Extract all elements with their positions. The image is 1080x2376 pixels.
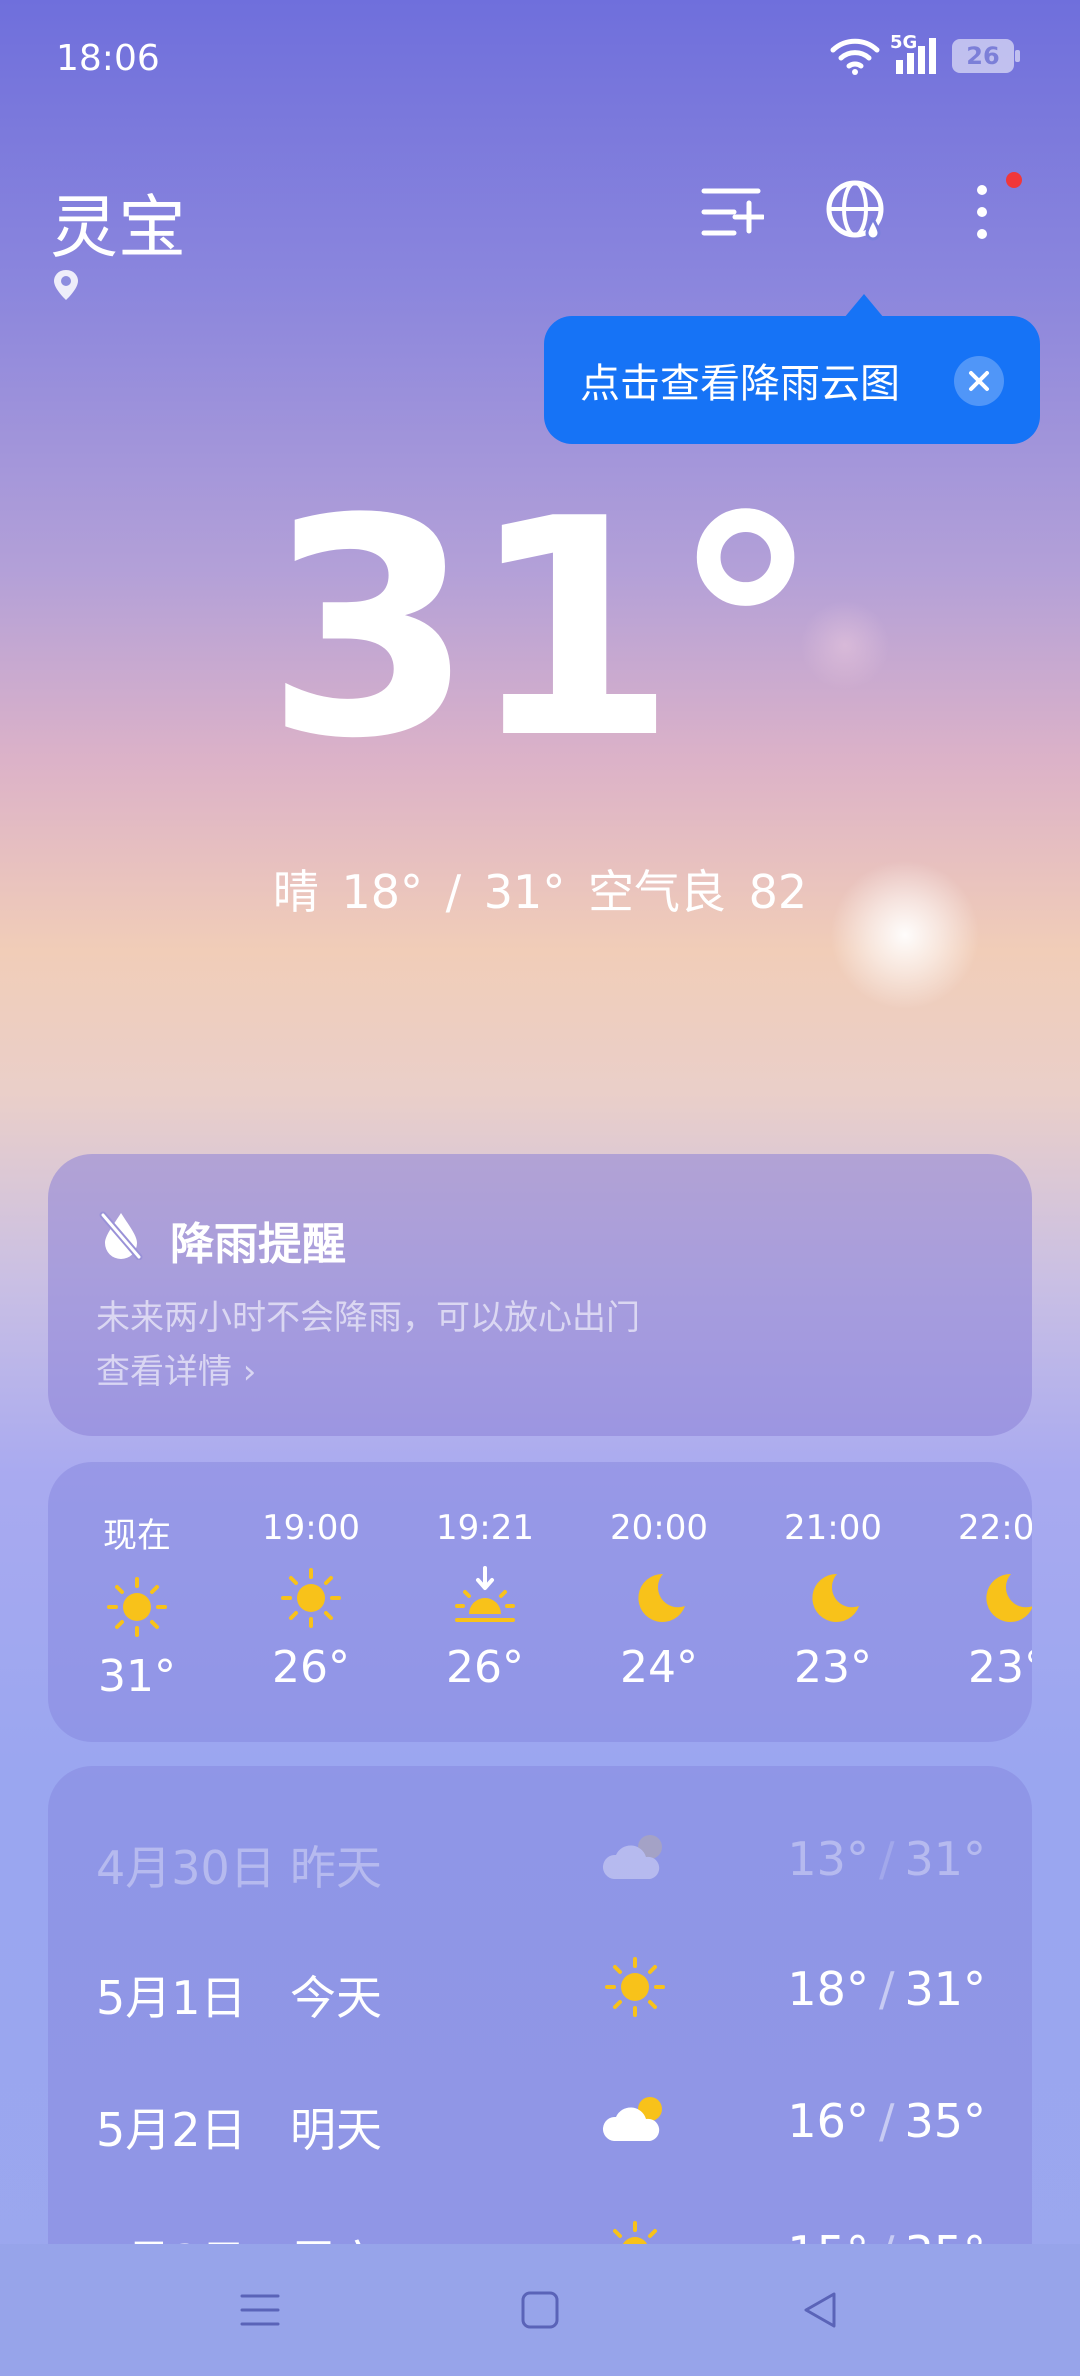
daily-row[interactable]: 5月2日 明天 16°/35° <box>96 2080 986 2160</box>
notification-dot <box>1006 172 1022 188</box>
no-rain-icon <box>99 1211 143 1260</box>
day-high: 31° <box>904 1832 986 1886</box>
rain-alert-title: 降雨提醒 <box>170 1219 346 1270</box>
globe-rain-icon <box>826 180 884 241</box>
hourly-item[interactable]: 19:00 26° <box>246 1508 376 1693</box>
rain-radar-button[interactable] <box>816 170 900 254</box>
cellular-signal-icon: 5G <box>890 32 942 76</box>
daily-row[interactable]: 4月30日 昨天 13°/31° <box>96 1818 986 1898</box>
back-triangle-icon <box>804 2292 836 2328</box>
day-date: 5月1日 <box>96 1971 247 2025</box>
add-city-button[interactable] <box>690 170 774 254</box>
daily-forecast-card[interactable]: 4月30日 昨天 13°/31° 5月1日 今天 18°/31° 5月2日 明天… <box>48 1766 1032 2286</box>
moon-icon <box>768 1566 898 1630</box>
hour-temp: 26° <box>446 1642 524 1693</box>
hourly-item[interactable]: 20:00 24° <box>594 1508 724 1693</box>
daily-row[interactable]: 5月1日 今天 18°/31° <box>96 1948 986 2028</box>
wifi-icon <box>830 38 880 75</box>
day-high: 31° <box>904 1962 986 2016</box>
rain-alert-card[interactable]: 降雨提醒 未来两小时不会降雨，可以放心出门 查看详情 › <box>48 1154 1032 1436</box>
recent-apps-button[interactable] <box>220 2270 300 2350</box>
location-pin-icon <box>52 268 80 306</box>
rain-detail-link[interactable]: 查看详情 › <box>96 1344 256 1393</box>
rain-alert-description: 未来两小时不会降雨，可以放心出门 <box>96 1298 640 1338</box>
hourly-item[interactable]: 21:00 23° <box>768 1508 898 1693</box>
tooltip-close-button[interactable] <box>954 356 1004 406</box>
day-date: 4月30日 <box>96 1841 276 1895</box>
day-label: 昨天 <box>290 1841 382 1895</box>
sun-icon <box>72 1575 202 1639</box>
status-icons: 5G 26 <box>830 32 1020 76</box>
hour-time: 现在 <box>103 1516 171 1556</box>
hour-temp: 24° <box>620 1642 698 1693</box>
day-date: 5月2日 <box>96 2103 247 2157</box>
tooltip-text: 点击查看降雨云图 <box>580 361 900 407</box>
battery-icon: 26 <box>952 39 1020 73</box>
hour-temp: 31° <box>98 1651 176 1702</box>
day-high: 35° <box>904 2094 986 2148</box>
weather-summary: 晴 18° / 31° 空气良 82 <box>272 865 808 919</box>
menu-icon <box>240 2294 280 2326</box>
hourly-item[interactable]: 19:21 26° <box>420 1508 550 1693</box>
current-temperature: 31° <box>265 455 820 804</box>
hour-temp: 23° <box>794 1642 872 1693</box>
sun-icon <box>246 1566 376 1630</box>
hourly-item[interactable]: 22:00 23° <box>942 1508 1032 1693</box>
sunset-icon <box>420 1566 550 1630</box>
home-button[interactable] <box>500 2270 580 2350</box>
partly-cloudy-icon <box>600 2084 670 2154</box>
hour-temp: 23° <box>968 1642 1032 1693</box>
day-low: 16° <box>787 2094 869 2148</box>
day-low: 13° <box>787 1832 869 1886</box>
hour-time: 20:00 <box>610 1508 708 1548</box>
hourly-forecast-card[interactable]: 现在 31° 19:00 26° 19:21 26° 20:00 24° 21:… <box>48 1462 1032 1742</box>
moon-icon <box>594 1566 724 1630</box>
hour-time: 19:21 <box>436 1508 534 1548</box>
day-temp-range: 16°/35° <box>787 2094 986 2148</box>
rain-radar-tooltip[interactable]: 点击查看降雨云图 <box>544 294 1040 444</box>
status-time: 18:06 <box>56 38 160 79</box>
battery-level: 26 <box>966 42 1000 70</box>
day-low: 18° <box>787 1962 869 2016</box>
day-label: 明天 <box>290 2103 382 2157</box>
day-label: 今天 <box>290 1971 382 2025</box>
system-navigation-bar <box>0 2244 1080 2376</box>
list-add-icon <box>701 188 764 236</box>
hour-time: 21:00 <box>784 1508 882 1548</box>
day-temp-range: 13°/31° <box>787 1832 986 1886</box>
more-vertical-icon <box>977 185 987 239</box>
cloud-moon-icon <box>600 1822 670 1892</box>
hour-temp: 26° <box>272 1642 350 1693</box>
back-button[interactable] <box>780 2270 860 2350</box>
sun-icon <box>600 1952 670 2022</box>
hour-time: 19:00 <box>262 1508 360 1548</box>
hour-time: 22:00 <box>958 1508 1032 1548</box>
day-temp-range: 18°/31° <box>787 1962 986 2016</box>
close-icon <box>969 371 989 391</box>
moon-icon <box>942 1566 1032 1630</box>
home-square-icon <box>521 2291 559 2329</box>
city-name[interactable]: 灵宝 <box>50 172 186 271</box>
hourly-item[interactable]: 现在 31° <box>72 1508 202 1702</box>
